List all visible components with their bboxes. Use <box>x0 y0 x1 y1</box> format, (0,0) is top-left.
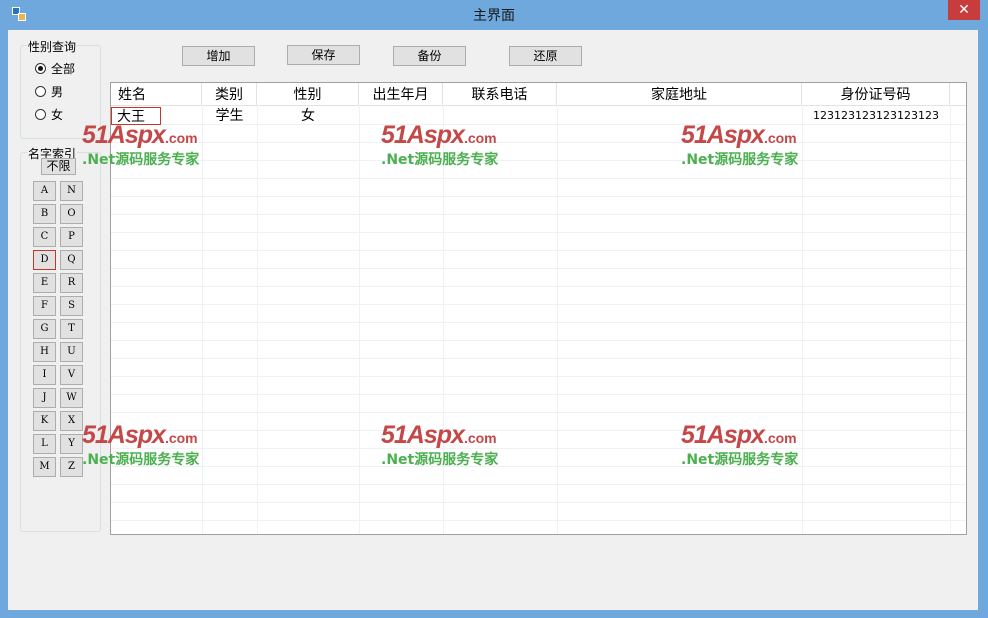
letter-button-h[interactable]: H <box>33 342 56 362</box>
window-title: 主界面 <box>473 8 515 24</box>
column-header-address[interactable]: 家庭地址 <box>557 83 802 105</box>
letter-button-b[interactable]: B <box>33 204 56 224</box>
radio-all-label: 全部 <box>51 62 76 76</box>
cell-name[interactable]: 大王 <box>111 107 161 125</box>
letter-button-s[interactable]: S <box>60 296 83 316</box>
cell-gender[interactable]: 女 <box>257 107 359 125</box>
letter-button-f[interactable]: F <box>33 296 56 316</box>
column-header-category[interactable]: 类别 <box>202 83 257 105</box>
radio-female[interactable]: 女 <box>35 106 63 123</box>
column-header-name[interactable]: 姓名 <box>111 83 202 105</box>
add-button[interactable]: 增加 <box>182 46 255 66</box>
cell-phone[interactable] <box>443 107 557 125</box>
save-button[interactable]: 保存 <box>287 45 360 65</box>
gender-filter-group: 性别查询 全部 男 女 <box>20 38 101 139</box>
unlimited-button[interactable]: 不限 <box>41 158 76 175</box>
grid-header: 姓名 类别 性别 出生年月 联系电话 家庭地址 身份证号码 <box>111 83 966 106</box>
letter-button-d[interactable]: D <box>33 250 56 270</box>
letter-button-r[interactable]: R <box>60 273 83 293</box>
letter-button-n[interactable]: N <box>60 181 83 201</box>
data-grid[interactable]: 姓名 类别 性别 出生年月 联系电话 家庭地址 身份证号码 大王 学生 女 12… <box>110 82 967 535</box>
cell-id[interactable]: 123123123123123123 <box>802 107 950 125</box>
letter-button-j[interactable]: J <box>33 388 56 408</box>
letter-button-k[interactable]: K <box>33 411 56 431</box>
cell-birth[interactable] <box>359 107 443 125</box>
column-header-gender[interactable]: 性别 <box>257 83 359 105</box>
letter-button-i[interactable]: I <box>33 365 56 385</box>
radio-circle-icon <box>35 86 46 97</box>
column-header-id[interactable]: 身份证号码 <box>802 83 950 105</box>
cell-address[interactable] <box>557 107 802 125</box>
radio-male[interactable]: 男 <box>35 83 63 100</box>
letter-button-q[interactable]: Q <box>60 250 83 270</box>
letter-button-v[interactable]: V <box>60 365 83 385</box>
letter-button-l[interactable]: L <box>33 434 56 454</box>
radio-circle-icon <box>35 109 46 120</box>
backup-button[interactable]: 备份 <box>393 46 466 66</box>
gender-filter-title: 性别查询 <box>27 38 78 55</box>
letter-button-a[interactable]: A <box>33 181 56 201</box>
column-header-birth[interactable]: 出生年月 <box>359 83 443 105</box>
close-button[interactable]: ✕ <box>948 0 980 20</box>
table-row[interactable]: 大王 学生 女 123123123123123123 <box>111 107 966 125</box>
restore-button[interactable]: 还原 <box>509 46 582 66</box>
column-header-phone[interactable]: 联系电话 <box>443 83 557 105</box>
radio-all[interactable]: 全部 <box>35 60 75 77</box>
cell-category[interactable]: 学生 <box>202 107 257 125</box>
radio-circle-icon <box>35 63 46 74</box>
letter-button-y[interactable]: Y <box>60 434 83 454</box>
letter-button-p[interactable]: P <box>60 227 83 247</box>
letter-button-w[interactable]: W <box>60 388 83 408</box>
letter-button-c[interactable]: C <box>33 227 56 247</box>
title-bar: 主界面 ✕ <box>0 0 988 30</box>
letter-button-u[interactable]: U <box>60 342 83 362</box>
client-area: 性别查询 全部 男 女 名字索引 不限 A B C D E F G H I J … <box>8 30 978 610</box>
letter-button-o[interactable]: O <box>60 204 83 224</box>
letter-button-e[interactable]: E <box>33 273 56 293</box>
radio-male-label: 男 <box>51 85 64 99</box>
letter-button-z[interactable]: Z <box>60 457 83 477</box>
letter-button-x[interactable]: X <box>60 411 83 431</box>
letter-button-t[interactable]: T <box>60 319 83 339</box>
letter-button-g[interactable]: G <box>33 319 56 339</box>
letter-button-m[interactable]: M <box>33 457 56 477</box>
radio-female-label: 女 <box>51 108 64 122</box>
